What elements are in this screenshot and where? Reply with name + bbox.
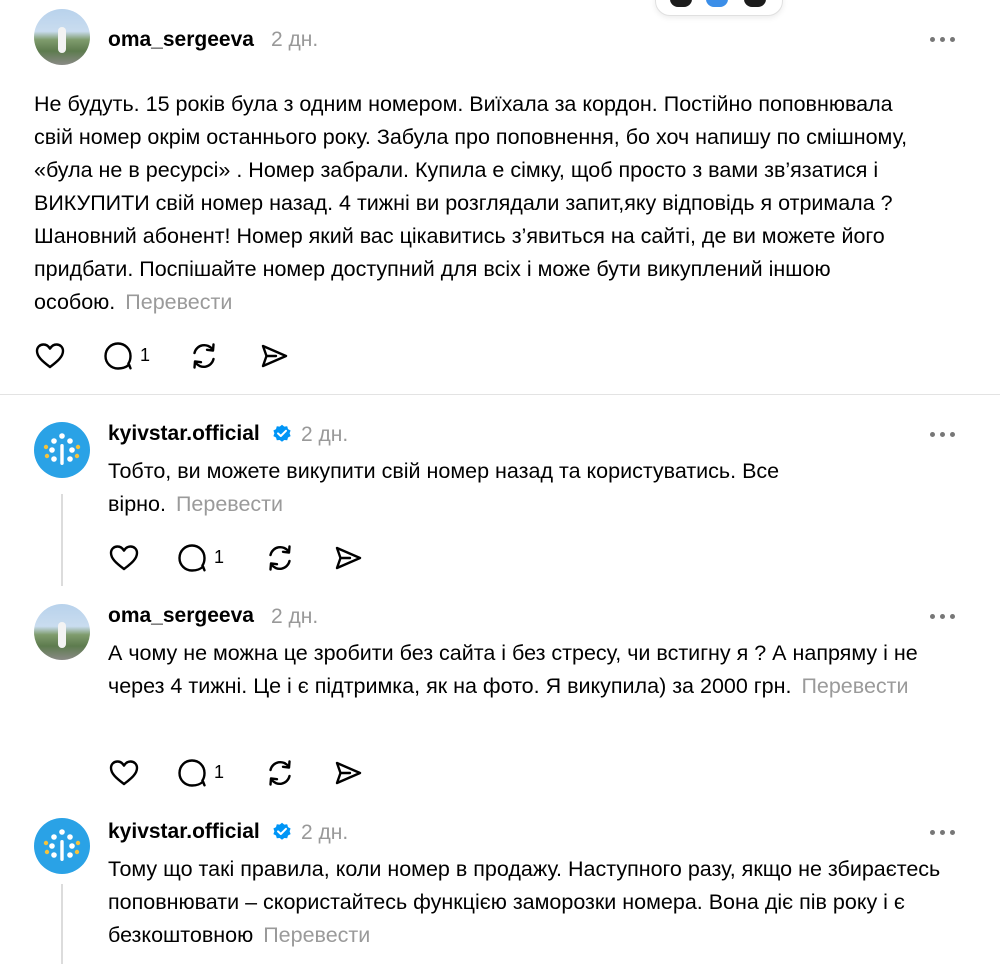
- comment-icon[interactable]: [176, 542, 208, 574]
- more-icon[interactable]: [930, 429, 960, 439]
- post-body: А чому не можна це зробити без сайта і б…: [108, 641, 918, 698]
- post-actions: 1: [34, 340, 334, 372]
- post-item: oma_sergeeva 2 дн. Не будуть. 15 років б…: [0, 0, 1000, 394]
- comment-icon[interactable]: [102, 340, 134, 372]
- thread-line: [61, 884, 63, 964]
- avatar[interactable]: [34, 422, 90, 478]
- translate-link[interactable]: Перевести: [263, 923, 370, 947]
- post-text: Не будуть. 15 років була з одним номером…: [34, 88, 934, 319]
- post-text: Тобто, ви можете викупити свій номер наз…: [108, 455, 878, 521]
- post-time[interactable]: 2 дн.: [271, 605, 318, 629]
- reply-count: 1: [214, 762, 225, 782]
- repost-icon[interactable]: [188, 340, 220, 372]
- verified-badge-icon: [272, 424, 292, 444]
- send-icon[interactable]: [332, 542, 364, 574]
- post-body: Не будуть. 15 років була з одним номером…: [34, 92, 908, 314]
- heart-icon[interactable]: [34, 340, 66, 372]
- comment-icon[interactable]: [176, 757, 208, 789]
- thread-line: [61, 494, 63, 586]
- more-icon[interactable]: [930, 827, 960, 837]
- repost-icon[interactable]: [264, 757, 296, 789]
- heart-icon[interactable]: [108, 757, 140, 789]
- post-text: А чому не можна це зробити без сайта і б…: [108, 637, 968, 703]
- post-time[interactable]: 2 дн.: [301, 821, 348, 845]
- avatar[interactable]: [34, 9, 90, 65]
- reply-count: 1: [214, 547, 225, 567]
- more-icon[interactable]: [930, 611, 960, 621]
- translate-link[interactable]: Перевести: [176, 492, 283, 516]
- send-icon[interactable]: [332, 757, 364, 789]
- send-icon[interactable]: [258, 340, 290, 372]
- verified-badge-icon: [272, 822, 292, 842]
- post-actions: 1: [108, 542, 408, 574]
- post-time[interactable]: 2 дн.: [271, 28, 318, 52]
- post-body: Тому що такі правила, коли номер в прода…: [108, 857, 941, 947]
- username[interactable]: oma_sergeeva: [108, 28, 254, 52]
- post-item: oma_sergeeva 2 дн. А чому не можна це зр…: [0, 592, 1000, 807]
- translate-link[interactable]: Перевести: [801, 674, 908, 698]
- reply-count: 1: [140, 345, 151, 365]
- avatar[interactable]: [34, 604, 90, 660]
- more-icon[interactable]: [930, 34, 960, 44]
- post-item: kyivstar.official 2 дн. Тому що такі пра…: [0, 808, 1000, 964]
- translate-link[interactable]: Перевести: [125, 290, 232, 314]
- heart-icon[interactable]: [108, 542, 140, 574]
- post-item: kyivstar.official 2 дн. Тобто, ви можете…: [0, 395, 1000, 585]
- avatar[interactable]: [34, 818, 90, 874]
- username[interactable]: kyivstar.official: [108, 820, 260, 844]
- username[interactable]: kyivstar.official: [108, 422, 260, 446]
- post-actions: 1: [108, 757, 408, 789]
- post-text: Тому що такі правила, коли номер в прода…: [108, 853, 968, 952]
- username[interactable]: oma_sergeeva: [108, 604, 254, 628]
- post-time[interactable]: 2 дн.: [301, 423, 348, 447]
- repost-icon[interactable]: [264, 542, 296, 574]
